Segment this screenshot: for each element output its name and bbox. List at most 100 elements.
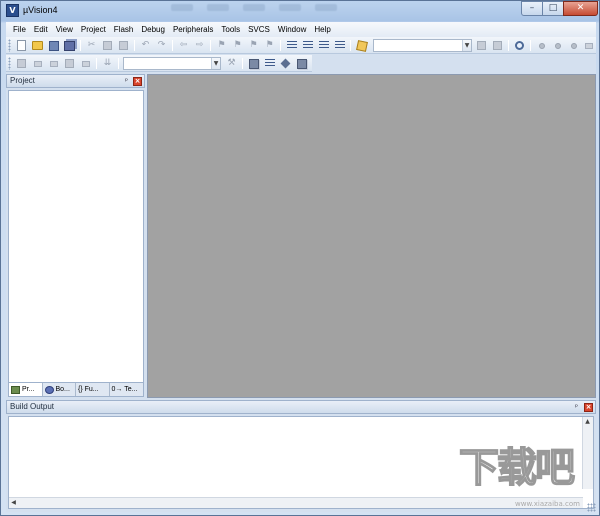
menu-window[interactable]: Window [274, 23, 310, 36]
next-bookmark-button[interactable]: ⚑ [247, 39, 260, 52]
navigate-back-button[interactable]: ⇦ [177, 39, 190, 52]
disable-breakpoints-button[interactable] [567, 39, 580, 52]
unindent-button[interactable] [301, 39, 314, 52]
cut-button[interactable]: ✂ [85, 39, 98, 52]
find-button[interactable] [475, 39, 488, 52]
redo-button[interactable]: ↷ [155, 39, 168, 52]
minimize-button[interactable]: – [521, 1, 543, 16]
translate-button[interactable] [15, 57, 28, 70]
build-output-header[interactable]: Build Output ᵖ × [6, 400, 596, 414]
prev-bookmark-button[interactable]: ⚑ [231, 39, 244, 52]
project-tree-view[interactable] [8, 90, 144, 383]
translate-icon [17, 59, 26, 68]
insert-breakpoint-button[interactable] [535, 39, 548, 52]
pack-installer-button[interactable] [295, 57, 308, 70]
title-bar[interactable]: V µVision4 – □ ✕ [1, 1, 599, 21]
close-icon[interactable]: × [133, 77, 142, 86]
navigate-forward-button[interactable]: ⇨ [193, 39, 206, 52]
debug-session-button[interactable] [513, 39, 526, 52]
indent-button[interactable] [285, 39, 298, 52]
clear-bookmarks-button[interactable]: ⚑ [263, 39, 276, 52]
close-icon[interactable]: × [584, 403, 593, 412]
menu-flash[interactable]: Flash [110, 23, 138, 36]
build-toolbar: ⇊ ▼ ⚒ [6, 55, 312, 72]
blur-block [315, 4, 337, 11]
manage-runtime-button[interactable] [279, 57, 292, 70]
menu-svcs[interactable]: SVCS [244, 23, 274, 36]
blur-block [207, 4, 229, 11]
batch-build-button[interactable] [63, 57, 76, 70]
pin-icon[interactable]: ᵖ [573, 403, 580, 411]
breakpoint-icon [538, 42, 545, 49]
paste-button[interactable] [117, 39, 130, 52]
toolbar-grip[interactable] [8, 57, 11, 70]
uncomment-button[interactable] [333, 39, 346, 52]
copy-button[interactable] [101, 39, 114, 52]
target-options-button[interactable]: ⚒ [225, 57, 238, 70]
tab-functions[interactable]: {} Fu... [76, 383, 110, 396]
scroll-up-icon[interactable]: ▲ [583, 417, 592, 426]
comment-button[interactable] [317, 39, 330, 52]
blur-block [279, 4, 301, 11]
build-icon [33, 60, 42, 67]
close-window-button[interactable]: ✕ [563, 1, 598, 16]
pin-icon[interactable]: ᵖ [123, 77, 130, 85]
tab-templates[interactable]: 0→ Te... [110, 383, 143, 396]
chevron-down-icon[interactable]: ▼ [462, 40, 471, 51]
vertical-scrollbar[interactable]: ▲ [582, 417, 593, 489]
runtime-diamond-icon [280, 58, 291, 69]
rebuild-icon [49, 60, 58, 67]
find-combo[interactable]: ▼ [373, 39, 472, 52]
project-panel: Project ᵖ × Pr... Bo... {} Fu... 0→ Te..… [6, 74, 145, 398]
menu-file[interactable]: File [9, 23, 30, 36]
download-button[interactable]: ⇊ [101, 57, 114, 70]
project-panel-header[interactable]: Project ᵖ × [6, 74, 145, 88]
incremental-find-button[interactable] [491, 39, 504, 52]
blur-block [243, 4, 265, 11]
project-tab-icon [11, 385, 20, 394]
stop-build-button[interactable] [79, 57, 92, 70]
enable-breakpoint-button[interactable] [551, 39, 564, 52]
paste-icon [119, 41, 128, 50]
window-title: µVision4 [23, 5, 58, 15]
tab-books-label: Bo... [55, 386, 70, 393]
build-target-combo[interactable]: ▼ [123, 57, 221, 70]
build-button[interactable] [31, 57, 44, 70]
menu-edit[interactable]: Edit [30, 23, 52, 36]
menu-view[interactable]: View [52, 23, 77, 36]
find-in-files-button[interactable] [355, 39, 368, 52]
toolbar-grip[interactable] [8, 39, 11, 52]
tab-project[interactable]: Pr... [9, 383, 43, 396]
toolbar-separator [530, 40, 531, 51]
chevron-down-icon[interactable]: ▼ [211, 58, 220, 69]
bookmark-prev-icon: ⚑ [233, 40, 242, 50]
open-file-button[interactable] [31, 39, 44, 52]
kill-breakpoints-button[interactable] [582, 39, 595, 52]
undo-button[interactable]: ↶ [139, 39, 152, 52]
save-button[interactable] [47, 39, 60, 52]
indent-icon [286, 41, 297, 50]
menu-debug[interactable]: Debug [137, 23, 169, 36]
toolbar-separator [508, 40, 509, 51]
editor-area[interactable] [147, 74, 596, 398]
menu-project[interactable]: Project [77, 23, 110, 36]
resize-grip[interactable] [587, 503, 596, 512]
save-all-button[interactable] [63, 39, 76, 52]
menu-help[interactable]: Help [310, 23, 334, 36]
maximize-button[interactable]: □ [542, 1, 564, 16]
new-file-button[interactable] [15, 39, 28, 52]
horizontal-scrollbar[interactable]: ◀ [9, 497, 583, 508]
target-options-icon: ⚒ [227, 58, 236, 68]
menu-bar: File Edit View Project Flash Debug Perip… [6, 22, 596, 37]
scroll-left-icon[interactable]: ◀ [9, 498, 18, 507]
insert-bookmark-button[interactable]: ⚑ [215, 39, 228, 52]
select-packs-button[interactable] [263, 57, 276, 70]
tab-books[interactable]: Bo... [43, 383, 76, 396]
menu-peripherals[interactable]: Peripherals [169, 23, 217, 36]
menu-tools[interactable]: Tools [217, 23, 244, 36]
breakpoint-kill-icon [584, 42, 593, 49]
rebuild-button[interactable] [47, 57, 60, 70]
tab-functions-label: {} Fu... [78, 386, 99, 393]
unindent-icon [302, 41, 313, 50]
manage-components-button[interactable] [247, 57, 260, 70]
